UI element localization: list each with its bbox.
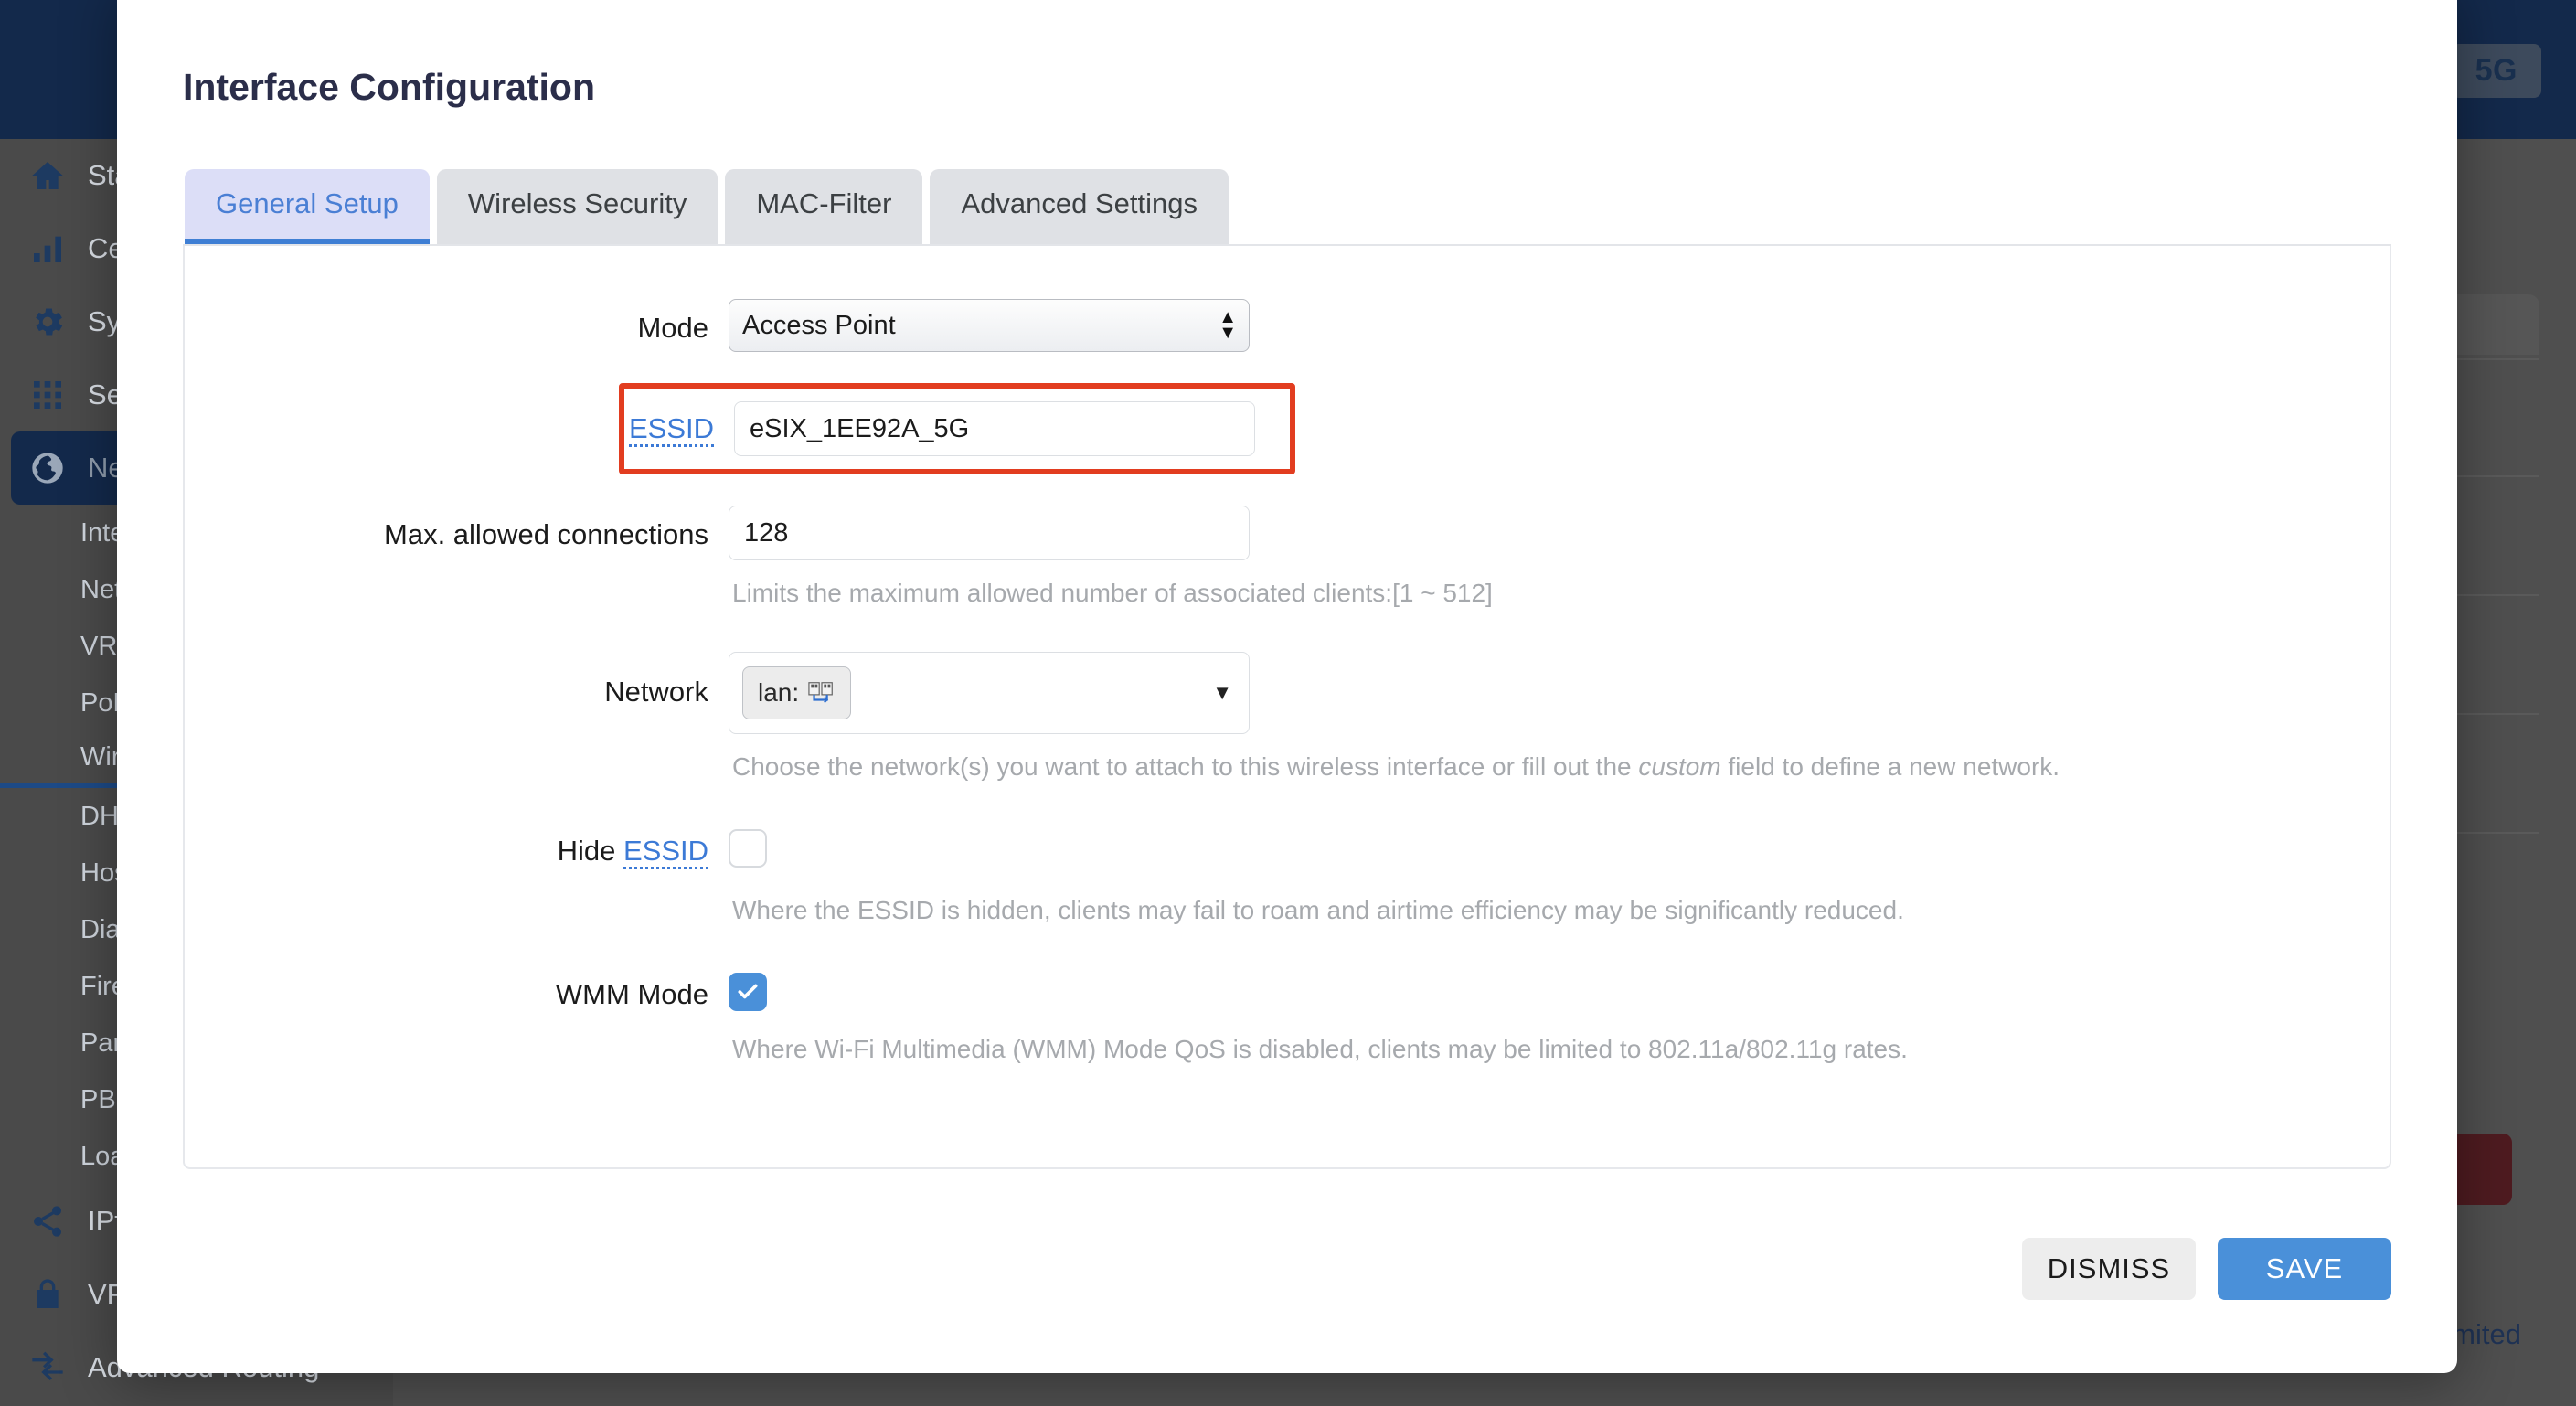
tab-mac-filter[interactable]: MAC-Filter xyxy=(725,169,923,244)
wmm-mode-checkbox[interactable] xyxy=(729,973,767,1011)
hide-essid-hint: Where the ESSID is hidden, clients may f… xyxy=(732,896,1904,924)
dismiss-button[interactable]: DISMISS xyxy=(2022,1238,2196,1300)
share-icon xyxy=(27,1201,68,1241)
tab-wireless-security[interactable]: Wireless Security xyxy=(436,169,719,244)
interface-configuration-dialog: Interface Configuration General Setup Wi… xyxy=(117,0,2457,1373)
network-hint: Choose the network(s) you want to attach… xyxy=(732,752,2390,782)
max-connections-hint: Limits the maximum allowed number of ass… xyxy=(732,579,1493,607)
essid-label: ESSID xyxy=(624,412,734,447)
wmm-mode-hint: Where Wi-Fi Multimedia (WMM) Mode QoS is… xyxy=(732,1035,1908,1063)
page-title: Interface Configuration xyxy=(183,66,596,108)
grid-icon xyxy=(27,375,68,415)
field-mode: Mode Access Point ▲ ▼ xyxy=(185,299,2390,352)
essid-highlight-box: ESSID xyxy=(619,383,1295,474)
general-setup-panel: Mode Access Point ▲▼ ESSID Max. a xyxy=(183,246,2391,1169)
badge-5g: 5G xyxy=(2451,44,2541,98)
tab-advanced-settings[interactable]: Advanced Settings xyxy=(930,169,1229,244)
tab-bar: General Setup Wireless Security MAC-Filt… xyxy=(183,169,2391,246)
chevron-down-icon[interactable]: ▼ xyxy=(1212,681,1232,705)
mode-select[interactable]: Access Point xyxy=(729,299,1250,352)
lock-icon xyxy=(27,1274,68,1315)
essid-input[interactable] xyxy=(734,401,1255,456)
hide-essid-label: Hide ESSID xyxy=(185,829,729,869)
max-connections-label: Max. allowed connections xyxy=(384,518,708,550)
gear-icon xyxy=(27,302,68,342)
tab-general-setup[interactable]: General Setup xyxy=(185,169,430,244)
globe-icon xyxy=(27,448,68,488)
network-multiselect[interactable]: lan: ▼ xyxy=(729,652,1250,734)
field-network: Network lan: ▼ Choose the network(s) you… xyxy=(185,652,2390,782)
mode-label: Mode xyxy=(637,312,708,344)
wmm-mode-label: WMM Mode xyxy=(555,978,708,1010)
routing-icon xyxy=(27,1347,68,1388)
save-button[interactable]: SAVE xyxy=(2218,1238,2391,1300)
max-connections-input[interactable] xyxy=(729,506,1250,560)
check-icon xyxy=(738,984,758,999)
hide-essid-help-link[interactable]: ESSID xyxy=(623,835,708,869)
ethernet-icon xyxy=(808,681,836,705)
field-max-connections: Max. allowed connections Limits the maxi… xyxy=(185,506,2390,608)
network-hint-italic: custom xyxy=(1638,752,1721,781)
bar-chart-icon xyxy=(27,229,68,269)
network-hint-before: Choose the network(s) you want to attach… xyxy=(732,752,1639,781)
hide-essid-checkbox[interactable] xyxy=(729,829,767,868)
network-label: Network xyxy=(604,676,708,708)
network-tag-label: lan: xyxy=(758,678,800,707)
dialog-footer: DISMISS SAVE xyxy=(2022,1238,2391,1300)
hide-essid-label-prefix: Hide xyxy=(557,835,623,867)
field-hide-essid: Hide ESSID Where the ESSID is hidden, cl… xyxy=(185,829,2390,925)
network-tag-lan[interactable]: lan: xyxy=(742,666,852,719)
essid-help-link[interactable]: ESSID xyxy=(628,412,714,447)
field-wmm-mode: WMM Mode Where Wi-Fi Multimedia (WMM) Mo… xyxy=(185,973,2390,1064)
home-icon xyxy=(27,155,68,196)
network-hint-after: field to define a new network. xyxy=(1720,752,2060,781)
